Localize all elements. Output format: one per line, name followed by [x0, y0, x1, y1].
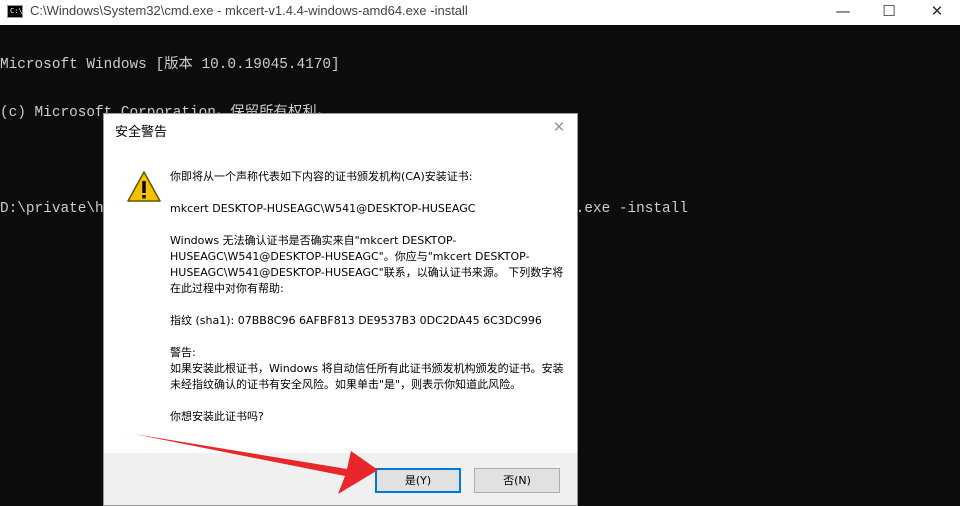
- yes-button[interactable]: 是(Y): [375, 468, 461, 493]
- no-button-label: 否(N): [503, 474, 531, 487]
- verification-text: Windows 无法确认证书是否确实来自"mkcert DESKTOP-HUSE…: [170, 234, 564, 295]
- thumbprint: 指纹 (sha1): 07BB8C96 6AFBF813 DE9537B3 0D…: [170, 314, 542, 327]
- no-button[interactable]: 否(N): [474, 468, 560, 493]
- warning-heading: 警告:: [170, 346, 196, 359]
- dialog-title: 安全警告: [115, 125, 168, 140]
- security-warning-dialog: 安全警告 ✕ 你即将从一个声称代表如下内容的证书颁发机构(CA)安装证书: mk…: [103, 113, 578, 506]
- close-icon[interactable]: ✕: [914, 0, 960, 25]
- console-titlebar[interactable]: C:\ C:\Windows\System32\cmd.exe - mkcert…: [0, 0, 960, 25]
- dialog-close-icon[interactable]: ✕: [549, 117, 569, 137]
- warning-text: 如果安装此根证书，Windows 将自动信任所有此证书颁发机构颁发的证书。安装未…: [170, 362, 564, 391]
- install-question: 你想安装此证书吗?: [170, 410, 264, 423]
- yes-button-label: 是(Y): [404, 474, 432, 487]
- window-title: C:\Windows\System32\cmd.exe - mkcert-v1.…: [30, 3, 468, 18]
- maximize-icon[interactable]: ☐: [866, 0, 912, 25]
- intro-text: 你即将从一个声称代表如下内容的证书颁发机构(CA)安装证书:: [170, 170, 473, 183]
- dialog-button-bar: 是(Y) 否(N): [104, 453, 577, 505]
- minimize-icon[interactable]: —: [820, 0, 866, 25]
- dialog-message: 你即将从一个声称代表如下内容的证书颁发机构(CA)安装证书: mkcert DE…: [170, 169, 570, 425]
- ca-name: mkcert DESKTOP-HUSEAGC\W541@DESKTOP-HUSE…: [170, 202, 476, 215]
- console-line: Microsoft Windows [版本 10.0.19045.4170]: [0, 57, 340, 73]
- cmd-app-icon: C:\: [7, 5, 23, 18]
- warning-icon: [127, 171, 161, 202]
